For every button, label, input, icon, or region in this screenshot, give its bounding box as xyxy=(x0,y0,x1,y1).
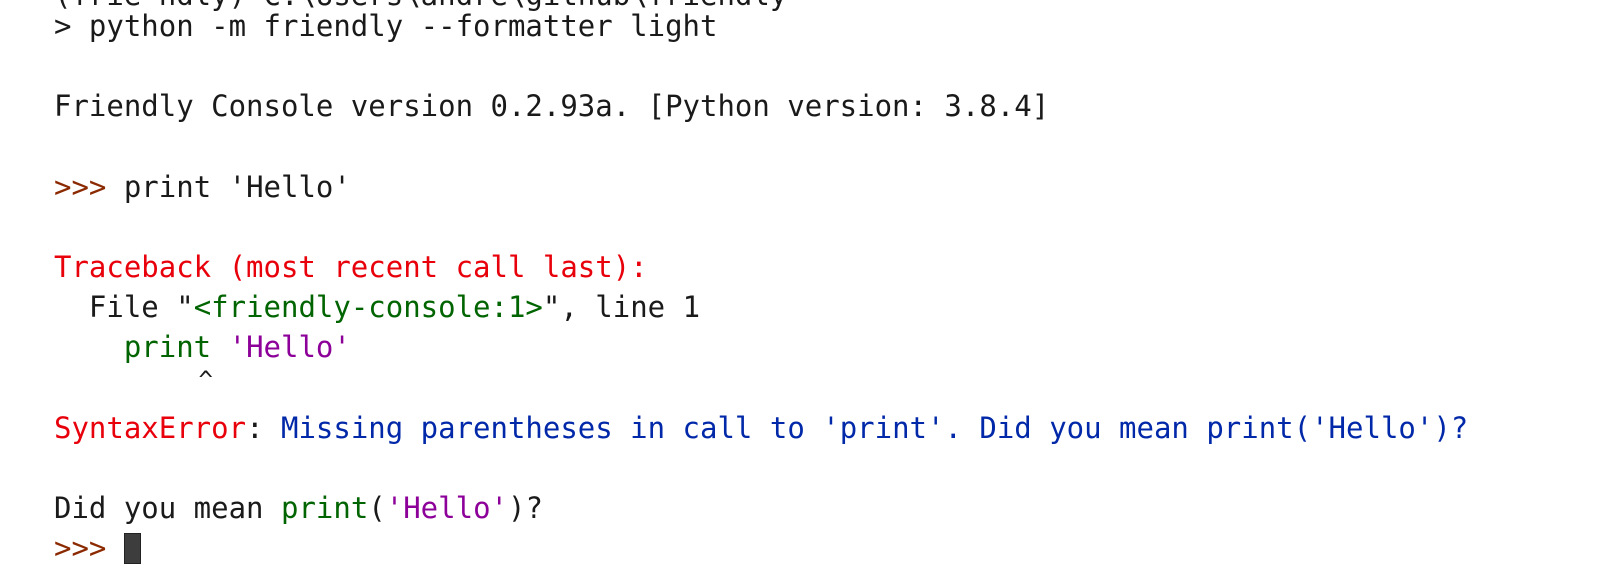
traceback-file-line: File "<friendly-console:1>", line 1 xyxy=(54,287,700,327)
error-message: Missing parentheses in call to 'print'. … xyxy=(263,411,1469,445)
command-line: > python -m friendly --formatter light xyxy=(54,9,718,43)
code-print: print xyxy=(123,330,212,364)
hint-paren-close: ) xyxy=(507,491,526,525)
hint-paren-open: ( xyxy=(368,491,386,525)
error-type: SyntaxError xyxy=(54,411,247,445)
file-name: <friendly-console:1> xyxy=(193,290,543,324)
error-line: SyntaxError: Missing parentheses in call… xyxy=(54,408,1468,448)
final-prompt-marker: >>> xyxy=(54,531,124,565)
input-line: >>> print 'Hello' xyxy=(54,167,351,207)
hint-prefix: Did you mean xyxy=(54,491,281,525)
version-line: Friendly Console version 0.2.93a. [Pytho… xyxy=(54,89,1050,123)
hint-line: Did you mean print('Hello')? xyxy=(54,488,543,528)
prompt-marker: >>> xyxy=(54,170,107,204)
hint-question: ? xyxy=(525,491,543,525)
traceback-header: Traceback (most recent call last): xyxy=(54,250,648,284)
error-colon: : xyxy=(246,411,264,445)
terminal-window[interactable]: (frie ndly) C:\Users\andre\github\friend… xyxy=(0,0,1600,574)
file-suffix: ", line 1 xyxy=(542,290,701,324)
final-prompt-line[interactable]: >>> xyxy=(54,528,141,568)
hint-string: 'Hello' xyxy=(385,491,508,525)
file-prefix: File " xyxy=(54,290,194,324)
code-string: 'Hello' xyxy=(228,330,351,364)
hint-print: print xyxy=(280,491,369,525)
text-cursor xyxy=(123,533,141,564)
caret-line: ^ xyxy=(54,366,213,394)
input-code: print 'Hello' xyxy=(106,170,351,204)
